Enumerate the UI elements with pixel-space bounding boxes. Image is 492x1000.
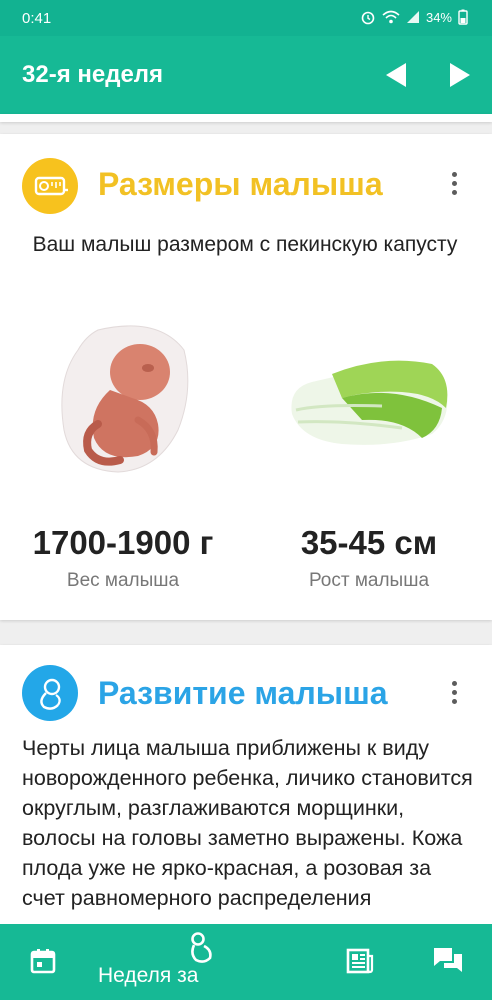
wifi-icon xyxy=(382,10,400,24)
nav-week-label: Неделя за xyxy=(98,964,199,987)
bottom-navigation: Неделя за xyxy=(0,924,492,1000)
height-label: Рост малыша xyxy=(308,570,430,591)
height-value: 35-45 см xyxy=(300,524,438,561)
dot-icon xyxy=(451,190,457,195)
size-comparison-text: Ваш малыш размером с пекинскую капусту xyxy=(32,233,458,256)
size-card-menu-button[interactable] xyxy=(446,172,462,200)
status-bar: 0:41 34% xyxy=(0,0,492,36)
app-bar: 32-я неделя xyxy=(0,36,492,114)
alarm-icon xyxy=(361,11,375,25)
chat-icon xyxy=(434,948,462,972)
weight-label: Вес малыша xyxy=(66,570,180,591)
nav-articles[interactable] xyxy=(338,924,382,1000)
status-time: 0:41 xyxy=(22,10,52,27)
status-icons: 34% xyxy=(360,9,468,25)
calendar-icon xyxy=(30,949,56,974)
previous-card-edge xyxy=(0,114,492,122)
nav-week[interactable]: Неделя за xyxy=(96,924,226,1000)
signal-icon xyxy=(406,11,419,23)
dot-icon xyxy=(451,181,457,186)
development-card-title: Развитие малыша xyxy=(98,675,388,711)
development-badge xyxy=(22,665,78,721)
nav-calendar[interactable] xyxy=(22,924,66,1000)
dot-icon xyxy=(451,172,457,177)
dot-icon xyxy=(451,690,457,695)
baby-icon xyxy=(191,932,212,963)
measuring-tape-icon xyxy=(34,176,68,196)
previous-week-button[interactable] xyxy=(380,54,420,94)
nav-chat[interactable] xyxy=(428,924,472,1000)
fetus-icon xyxy=(40,678,61,710)
newspaper-icon xyxy=(346,948,374,974)
chinese-cabbage-image xyxy=(291,360,448,445)
triangle-left-icon xyxy=(386,63,406,87)
size-card-title: Размеры малыша xyxy=(98,166,383,202)
fetus-image xyxy=(61,325,189,473)
dot-icon xyxy=(451,681,457,686)
baby-size-card: Размеры малыша Ваш малыш размером с пеки… xyxy=(0,134,492,620)
triangle-right-icon xyxy=(450,63,470,87)
page-title: 32-я неделя xyxy=(22,61,164,88)
dot-icon xyxy=(451,699,457,704)
development-card-menu-button[interactable] xyxy=(446,681,462,709)
battery-icon xyxy=(458,9,468,25)
next-week-button[interactable] xyxy=(440,54,480,94)
development-description: Черты лица малыша приближены к виду ново… xyxy=(22,736,473,910)
size-badge xyxy=(22,158,78,214)
baby-development-card: Развитие малыша Черты лица малыша прибли… xyxy=(0,645,492,945)
weight-value: 1700-1900 г xyxy=(32,524,214,561)
battery-text: 34% xyxy=(425,9,452,25)
